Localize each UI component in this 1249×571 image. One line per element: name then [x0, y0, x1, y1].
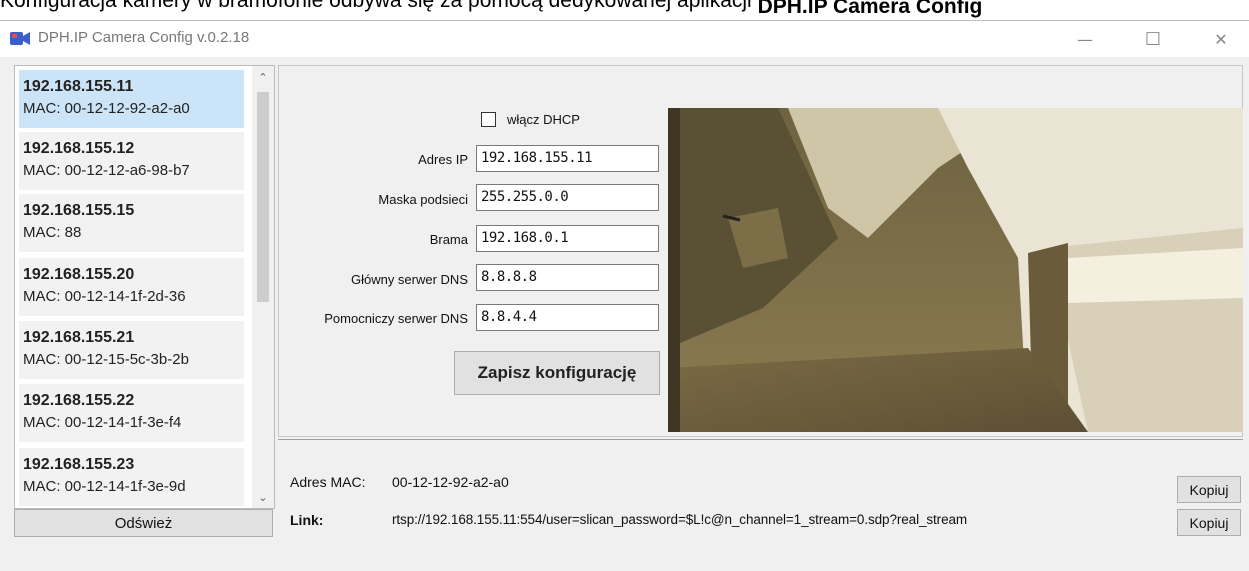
device-ip: 192.168.155.21	[23, 329, 135, 346]
copy-mac-button[interactable]: Kopiuj	[1177, 476, 1241, 503]
device-list-item[interactable]: 192.168.155.23 MAC: 00-12-14-1f-3e-9d	[19, 448, 244, 506]
device-list-item[interactable]: 192.168.155.21 MAC: 00-12-15-5c-3b-2b	[19, 321, 244, 379]
secondary-dns-input[interactable]: 8.8.4.4	[476, 304, 659, 331]
rtsp-link-value: rtsp://192.168.155.11:554/user=slican_pa…	[392, 512, 968, 527]
device-mac: MAC: 00-12-12-a6-98-b7	[23, 162, 190, 179]
device-list-item[interactable]: 192.168.155.15 MAC: 88	[19, 194, 244, 252]
gateway-label: Brama	[429, 232, 468, 247]
minimize-icon: —	[1077, 29, 1093, 49]
dhcp-label: włącz DHCP	[507, 112, 580, 127]
camera-app-icon	[10, 32, 30, 45]
scrollbar-thumb[interactable]	[257, 92, 269, 302]
vertical-scrollbar[interactable]: ⌃ ⌄	[252, 66, 274, 508]
gateway-input[interactable]: 192.168.0.1	[476, 225, 659, 252]
save-config-button[interactable]: Zapisz konfigurację	[454, 351, 660, 395]
dns2-label: Pomocniczy serwer DNS	[324, 311, 468, 326]
device-mac: MAC: 88	[23, 224, 82, 241]
window-title: DPH.IP Camera Config v.0.2.18	[38, 29, 250, 46]
device-ip: 192.168.155.20	[23, 266, 135, 283]
minimize-button[interactable]: —	[1062, 21, 1108, 57]
device-list-item[interactable]: 192.168.155.22 MAC: 00-12-14-1f-3e-f4	[19, 384, 244, 442]
ip-label: Adres IP	[418, 152, 468, 167]
document-text: Konfiguracja kamery w bramofonie odbywa …	[0, 0, 758, 12]
device-mac: MAC: 00-12-12-92-a2-a0	[23, 100, 190, 117]
dhcp-checkbox[interactable]	[481, 112, 496, 127]
app-window: DPH.IP Camera Config v.0.2.18 — ☐ ✕ 192.…	[0, 20, 1249, 571]
subnet-mask-input[interactable]: 255.255.0.0	[476, 184, 659, 211]
mac-address-value: 00-12-12-92-a2-a0	[392, 474, 509, 490]
maximize-button[interactable]: ☐	[1130, 21, 1176, 57]
document-text-bold: DPH.IP Camera Config	[757, 0, 983, 18]
mask-label: Maska podsieci	[378, 192, 468, 207]
device-mac: MAC: 00-12-14-1f-3e-f4	[23, 414, 182, 431]
device-list-item[interactable]: 192.168.155.12 MAC: 00-12-12-a6-98-b7	[19, 132, 244, 190]
link-label: Link:	[290, 512, 324, 528]
camera-preview	[668, 108, 1243, 432]
device-mac: MAC: 00-12-14-1f-2d-36	[23, 288, 186, 305]
device-ip: 192.168.155.23	[23, 456, 135, 473]
dns1-label: Główny serwer DNS	[350, 272, 468, 287]
document-text-line: Konfiguracja kamery w bramofonie odbywa …	[0, 0, 1249, 22]
device-ip: 192.168.155.15	[23, 202, 135, 219]
close-button[interactable]: ✕	[1198, 21, 1244, 57]
mac-address-label: Adres MAC:	[290, 474, 366, 490]
title-bar: DPH.IP Camera Config v.0.2.18 — ☐ ✕	[0, 21, 1249, 57]
maximize-icon: ☐	[1144, 28, 1162, 50]
scroll-up-arrow[interactable]: ⌃	[252, 66, 274, 88]
refresh-button[interactable]: Odśwież	[14, 509, 273, 537]
scroll-down-arrow[interactable]: ⌄	[252, 486, 274, 508]
device-list[interactable]: 192.168.155.11 MAC: 00-12-12-92-a2-a0 19…	[14, 65, 275, 509]
device-list-item[interactable]: 192.168.155.20 MAC: 00-12-14-1f-2d-36	[19, 258, 244, 316]
close-icon: ✕	[1214, 29, 1228, 49]
device-mac: MAC: 00-12-15-5c-3b-2b	[23, 351, 189, 368]
primary-dns-input[interactable]: 8.8.8.8	[476, 264, 659, 291]
device-mac: MAC: 00-12-14-1f-3e-9d	[23, 478, 186, 495]
device-ip: 192.168.155.22	[23, 392, 135, 409]
device-ip: 192.168.155.11	[23, 78, 134, 95]
ip-input[interactable]: 192.168.155.11	[476, 145, 659, 172]
bottom-separator	[278, 439, 1243, 440]
device-ip: 192.168.155.12	[23, 140, 135, 157]
device-list-item[interactable]: 192.168.155.11 MAC: 00-12-12-92-a2-a0	[19, 70, 244, 128]
copy-link-button[interactable]: Kopiuj	[1177, 509, 1241, 536]
